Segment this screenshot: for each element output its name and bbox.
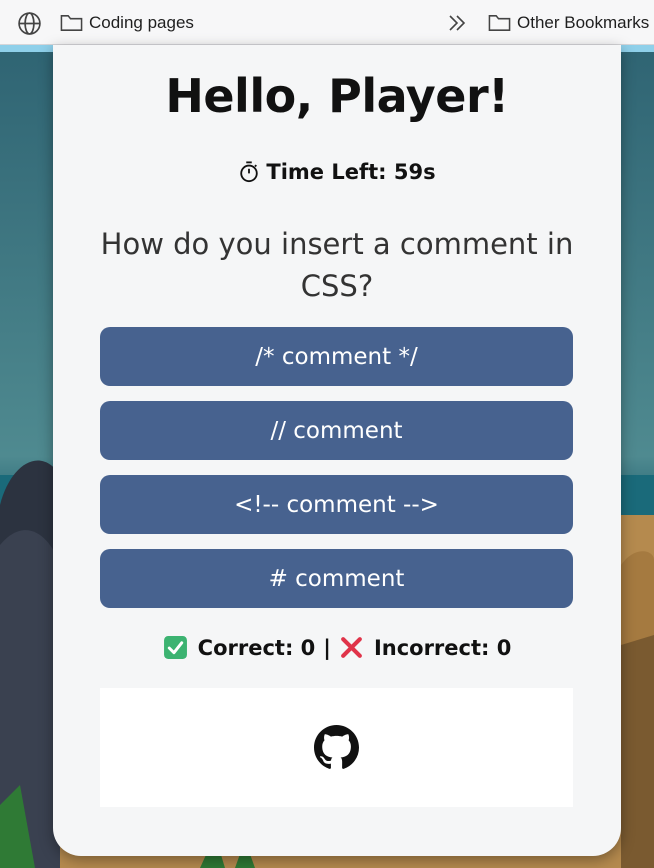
answer-button-2[interactable]: // comment [100, 401, 573, 460]
bookmark-coding-pages[interactable]: Coding pages [60, 11, 194, 35]
bookmark-label: Coding pages [89, 13, 194, 32]
question-text: How do you insert a comment in CSS? [100, 227, 574, 303]
answer-button-3[interactable]: <!-- comment --> [100, 475, 573, 534]
globe-icon[interactable] [17, 11, 42, 36]
cross-mark-icon [341, 637, 362, 658]
timer: Time Left: 59s [53, 160, 621, 184]
score-separator: | [323, 635, 331, 660]
bookmark-label: Other Bookmarks [517, 13, 650, 32]
bookmark-other-bookmarks[interactable]: Other Bookmarks [488, 11, 649, 35]
answer-button-4[interactable]: # comment [100, 549, 573, 608]
folder-icon [488, 15, 511, 31]
footer [100, 688, 573, 807]
stopwatch-icon [240, 161, 259, 183]
github-icon[interactable] [314, 725, 359, 770]
score-summary: Correct: 0 | Incorrect: 0 [53, 635, 621, 660]
chevron-double-right-icon[interactable] [445, 11, 469, 35]
greeting-title: Hello, Player! [165, 69, 509, 123]
correct-count: Correct: 0 [197, 635, 316, 660]
quiz-card: Hello, Player! Time Left: 59s How do you… [53, 45, 621, 856]
bookmarks-bar: Coding pages Other Bookmarks [0, 0, 654, 45]
check-mark-icon [163, 636, 187, 659]
answer-button-1[interactable]: /* comment */ [100, 327, 573, 386]
timer-label: Time Left: 59s [266, 160, 436, 184]
incorrect-count: Incorrect: 0 [373, 635, 512, 660]
folder-icon [60, 15, 83, 31]
